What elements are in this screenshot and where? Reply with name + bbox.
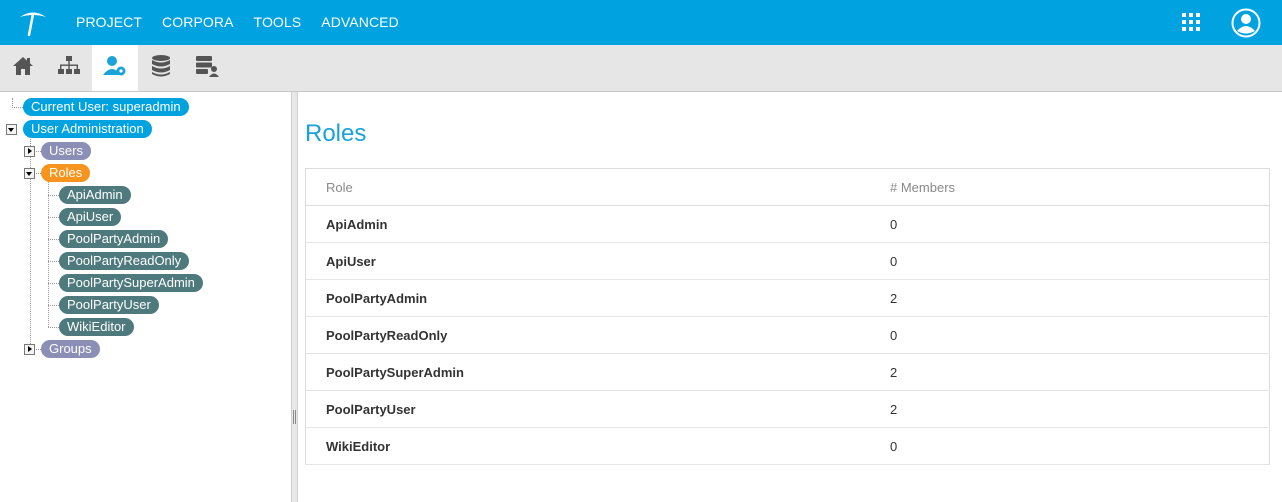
tree-node-role[interactable]: ApiAdmin — [59, 186, 131, 204]
caret-right-icon — [28, 148, 32, 154]
table-row[interactable]: PoolPartyAdmin 2 — [305, 279, 1270, 317]
members-count-cell: 2 — [870, 353, 1270, 391]
table-row[interactable]: ApiAdmin 0 — [305, 205, 1270, 243]
tree-node-role[interactable]: PoolPartySuperAdmin — [59, 274, 203, 292]
tree-node-groups[interactable]: Groups — [41, 340, 100, 358]
tree-connector — [30, 134, 31, 350]
pickaxe-logo-icon[interactable] — [18, 9, 48, 37]
tree-connector — [48, 305, 59, 306]
menu-tools[interactable]: TOOLS — [244, 0, 312, 45]
main-menu: PROJECT CORPORA TOOLS ADVANCED — [66, 0, 409, 45]
tree-node-role[interactable]: ApiUser — [59, 208, 122, 226]
members-count-cell: 0 — [870, 205, 1270, 243]
server-user-icon — [194, 54, 220, 83]
tree-connector — [12, 107, 23, 108]
tree-connector — [48, 239, 59, 240]
tree-connector — [48, 195, 59, 196]
column-header-role[interactable]: Role — [305, 168, 870, 206]
admin-tree-panel: Current User: superadmin User Administra… — [0, 92, 291, 502]
menu-advanced[interactable]: ADVANCED — [311, 0, 409, 45]
role-name-cell: WikiEditor — [305, 427, 870, 465]
role-name-cell: ApiAdmin — [305, 205, 870, 243]
menu-corpora[interactable]: CORPORA — [152, 0, 244, 45]
tree-node-users[interactable]: Users — [41, 142, 91, 160]
collapse-toggle-roles[interactable] — [24, 168, 35, 179]
server-user-button[interactable] — [184, 45, 230, 91]
table-header-row: Role # Members — [305, 168, 1270, 206]
home-icon — [11, 55, 35, 82]
hierarchy-button[interactable] — [46, 45, 92, 91]
home-button[interactable] — [0, 45, 46, 91]
user-admin-button[interactable] — [92, 45, 138, 91]
caret-right-icon — [28, 346, 32, 352]
members-count-cell: 2 — [870, 279, 1270, 317]
page-title: Roles — [305, 120, 367, 147]
tree-node-user-administration[interactable]: User Administration — [23, 120, 152, 138]
expand-toggle-groups[interactable] — [24, 344, 35, 355]
table-row[interactable]: PoolPartyUser 2 — [305, 390, 1270, 428]
role-name-cell: PoolPartySuperAdmin — [305, 353, 870, 391]
table-row[interactable]: PoolPartyReadOnly 0 — [305, 316, 1270, 354]
roles-table: Role # Members ApiAdmin 0 ApiUser 0 Pool… — [305, 168, 1270, 465]
tree-node-role[interactable]: PoolPartyUser — [59, 296, 159, 314]
members-count-cell: 0 — [870, 242, 1270, 280]
role-name-cell: PoolPartyReadOnly — [305, 316, 870, 354]
table-row[interactable]: ApiUser 0 — [305, 242, 1270, 280]
menu-project[interactable]: PROJECT — [66, 0, 152, 45]
caret-down-icon — [8, 128, 14, 132]
role-name-cell: PoolPartyUser — [305, 390, 870, 428]
tree-connector — [48, 217, 59, 218]
table-row[interactable]: PoolPartySuperAdmin 2 — [305, 353, 1270, 391]
collapse-toggle-user-administration[interactable] — [6, 124, 17, 135]
tree-node-role[interactable]: PoolPartyReadOnly — [59, 252, 190, 270]
splitter-grip-icon[interactable] — [293, 410, 296, 424]
user-account-icon[interactable] — [1231, 8, 1261, 38]
tree-connector — [48, 261, 59, 262]
caret-down-icon — [26, 172, 32, 176]
tree-node-roles[interactable]: Roles — [41, 164, 91, 182]
tree-node-role[interactable]: WikiEditor — [59, 318, 134, 336]
database-button[interactable] — [138, 45, 184, 91]
role-name-cell: PoolPartyAdmin — [305, 279, 870, 317]
tree-node-current-user[interactable]: Current User: superadmin — [23, 98, 189, 116]
tree-connector — [48, 327, 59, 328]
expand-toggle-users[interactable] — [24, 146, 35, 157]
role-name-cell: ApiUser — [305, 242, 870, 280]
hierarchy-icon — [57, 55, 81, 82]
members-count-cell: 2 — [870, 390, 1270, 428]
members-count-cell: 0 — [870, 316, 1270, 354]
user-admin-icon — [102, 54, 128, 83]
main-content: Roles Role # Members ApiAdmin 0 ApiUser … — [297, 92, 1282, 502]
apps-grid-icon[interactable] — [1181, 12, 1201, 32]
database-icon — [150, 54, 172, 83]
toolbar — [0, 45, 1282, 92]
tree-connector — [48, 283, 59, 284]
table-row[interactable]: WikiEditor 0 — [305, 427, 1270, 465]
tree-node-role[interactable]: PoolPartyAdmin — [59, 230, 169, 248]
members-count-cell: 0 — [870, 427, 1270, 465]
top-bar: PROJECT CORPORA TOOLS ADVANCED — [0, 0, 1282, 45]
column-header-members[interactable]: # Members — [870, 168, 1270, 206]
